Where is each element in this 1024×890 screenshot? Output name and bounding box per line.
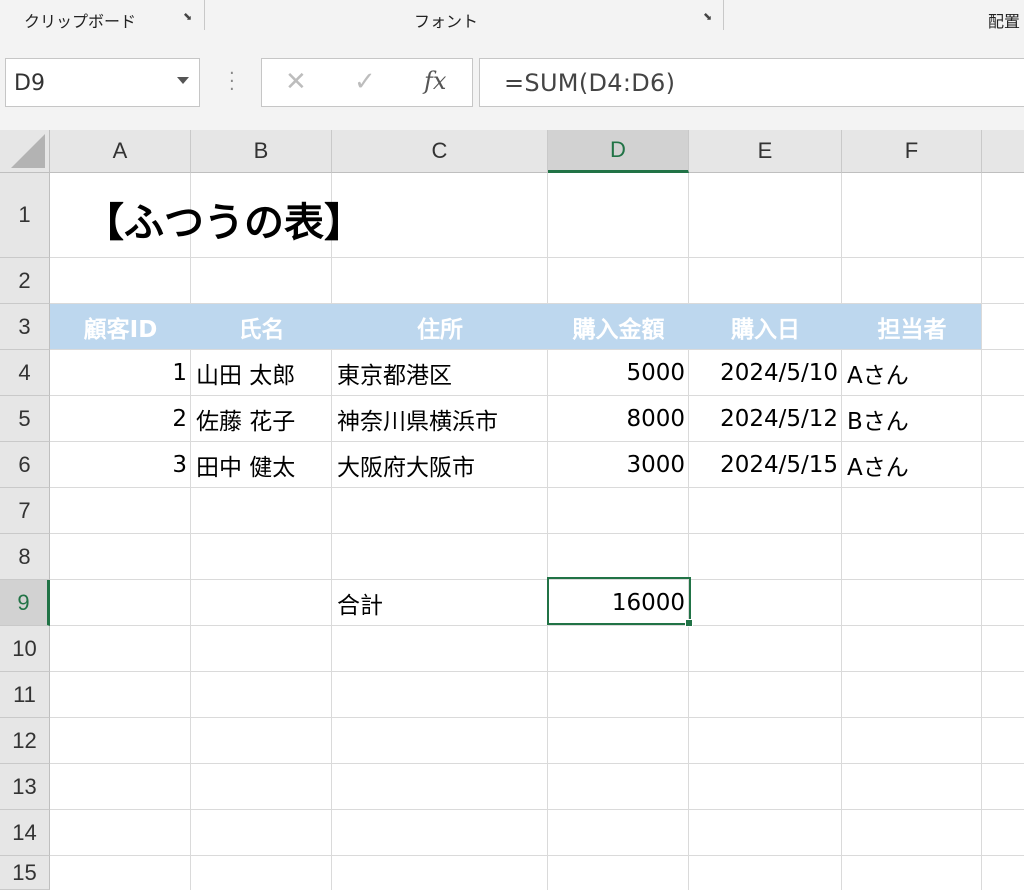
header-amount[interactable]: 購入金額 (548, 304, 689, 349)
gridline (50, 717, 1024, 718)
drag-handle-icon[interactable]: · · · (229, 65, 235, 99)
formula-input[interactable]: =SUM(D4:D6) (479, 58, 1024, 107)
gridline (50, 671, 1024, 672)
gridline (331, 173, 332, 890)
row-header-9[interactable]: 9 (0, 580, 50, 626)
ribbon-separator (204, 0, 205, 30)
select-all-button[interactable] (0, 130, 50, 173)
row-header-15[interactable]: 15 (0, 856, 50, 890)
name-box[interactable]: D9 (5, 58, 200, 107)
row-header-10[interactable]: 10 (0, 626, 50, 672)
row-header-2[interactable]: 2 (0, 258, 50, 304)
gridline (50, 257, 1024, 258)
cell-b5[interactable]: 佐藤 花子 (191, 396, 351, 442)
fill-handle[interactable] (685, 619, 693, 627)
select-all-icon (11, 134, 45, 168)
cell-f6[interactable]: Aさん (842, 442, 982, 488)
cell-e6[interactable]: 2024/5/15 (689, 442, 842, 488)
row-header-13[interactable]: 13 (0, 764, 50, 810)
cell-e4[interactable]: 2024/5/10 (689, 350, 842, 396)
cell-a6[interactable]: 3 (50, 442, 191, 488)
ribbon-group-font-label: フォント (414, 12, 479, 31)
ribbon: クリップボード ⬊ フォント ⬊ 配置 (0, 0, 1024, 39)
row-header-11[interactable]: 11 (0, 672, 50, 718)
gridline (841, 173, 842, 890)
row-header-4[interactable]: 4 (0, 350, 50, 396)
ribbon-group-clipboard-label: クリップボード (24, 12, 137, 31)
cell-e5[interactable]: 2024/5/12 (689, 396, 842, 442)
gridline (688, 173, 689, 890)
cell-b6[interactable]: 田中 健太 (191, 442, 351, 488)
cell-a4[interactable]: 1 (50, 350, 191, 396)
row-header-5[interactable]: 5 (0, 396, 50, 442)
header-address[interactable]: 住所 (332, 304, 548, 349)
column-header-a[interactable]: A (50, 130, 191, 173)
name-box-value: D9 (14, 71, 45, 96)
cell-b4[interactable]: 山田 太郎 (191, 350, 351, 396)
row-header-8[interactable]: 8 (0, 534, 50, 580)
font-dialog-launcher-icon[interactable]: ⬊ (703, 11, 714, 22)
header-staff[interactable]: 担当者 (842, 304, 982, 349)
cell-f5[interactable]: Bさん (842, 396, 982, 442)
row-header-14[interactable]: 14 (0, 810, 50, 856)
column-header-f[interactable]: F (842, 130, 982, 173)
ribbon-separator (723, 0, 724, 30)
cell-d5[interactable]: 8000 (548, 396, 689, 442)
sheet-title[interactable]: 【ふつうの表】 (84, 190, 364, 248)
cancel-icon[interactable]: ✕ (285, 67, 307, 97)
row-header-7[interactable]: 7 (0, 488, 50, 534)
insert-function-icon[interactable]: fx (424, 67, 446, 95)
column-header-b[interactable]: B (191, 130, 332, 173)
cell-d4[interactable]: 5000 (548, 350, 689, 396)
column-header-e[interactable]: E (689, 130, 842, 173)
cell-c5[interactable]: 神奈川県横浜市 (332, 396, 548, 442)
formula-buttons: ✕ ✓ fx (261, 58, 473, 107)
formula-bar: D9 · · · ✕ ✓ fx =SUM(D4:D6) (0, 38, 1024, 130)
header-customer-id[interactable]: 顧客ID (50, 304, 191, 349)
row-header-3[interactable]: 3 (0, 304, 50, 350)
cell-f4[interactable]: Aさん (842, 350, 982, 396)
cell-d6[interactable]: 3000 (548, 442, 689, 488)
cell-a5[interactable]: 2 (50, 396, 191, 442)
formula-value: =SUM(D4:D6) (504, 69, 676, 97)
column-header-g[interactable] (982, 130, 1024, 173)
cell-c6[interactable]: 大阪府大阪市 (332, 442, 548, 488)
cell-c9-total-label[interactable]: 合計 (332, 580, 548, 626)
header-date[interactable]: 購入日 (689, 304, 842, 349)
gridline (547, 173, 548, 890)
gridline (50, 763, 1024, 764)
ribbon-group-alignment-label: 配置 (988, 12, 1021, 31)
enter-icon[interactable]: ✓ (354, 67, 376, 97)
gridline (50, 809, 1024, 810)
row-header-6[interactable]: 6 (0, 442, 50, 488)
active-cell-border (547, 577, 691, 625)
header-name[interactable]: 氏名 (191, 304, 332, 349)
column-header-d[interactable]: D (548, 130, 689, 173)
gridline (981, 173, 982, 890)
row-header-1[interactable]: 1 (0, 173, 50, 258)
worksheet-grid: A B C D E F 1 2 3 4 5 6 7 8 9 10 11 12 1… (0, 130, 1024, 890)
gridline (190, 173, 191, 890)
cell-c4[interactable]: 東京都港区 (332, 350, 548, 396)
row-header-12[interactable]: 12 (0, 718, 50, 764)
clipboard-dialog-launcher-icon[interactable]: ⬊ (183, 11, 194, 22)
gridline (50, 855, 1024, 856)
chevron-down-icon[interactable] (177, 77, 189, 84)
column-header-c[interactable]: C (332, 130, 548, 173)
gridline (50, 533, 1024, 534)
